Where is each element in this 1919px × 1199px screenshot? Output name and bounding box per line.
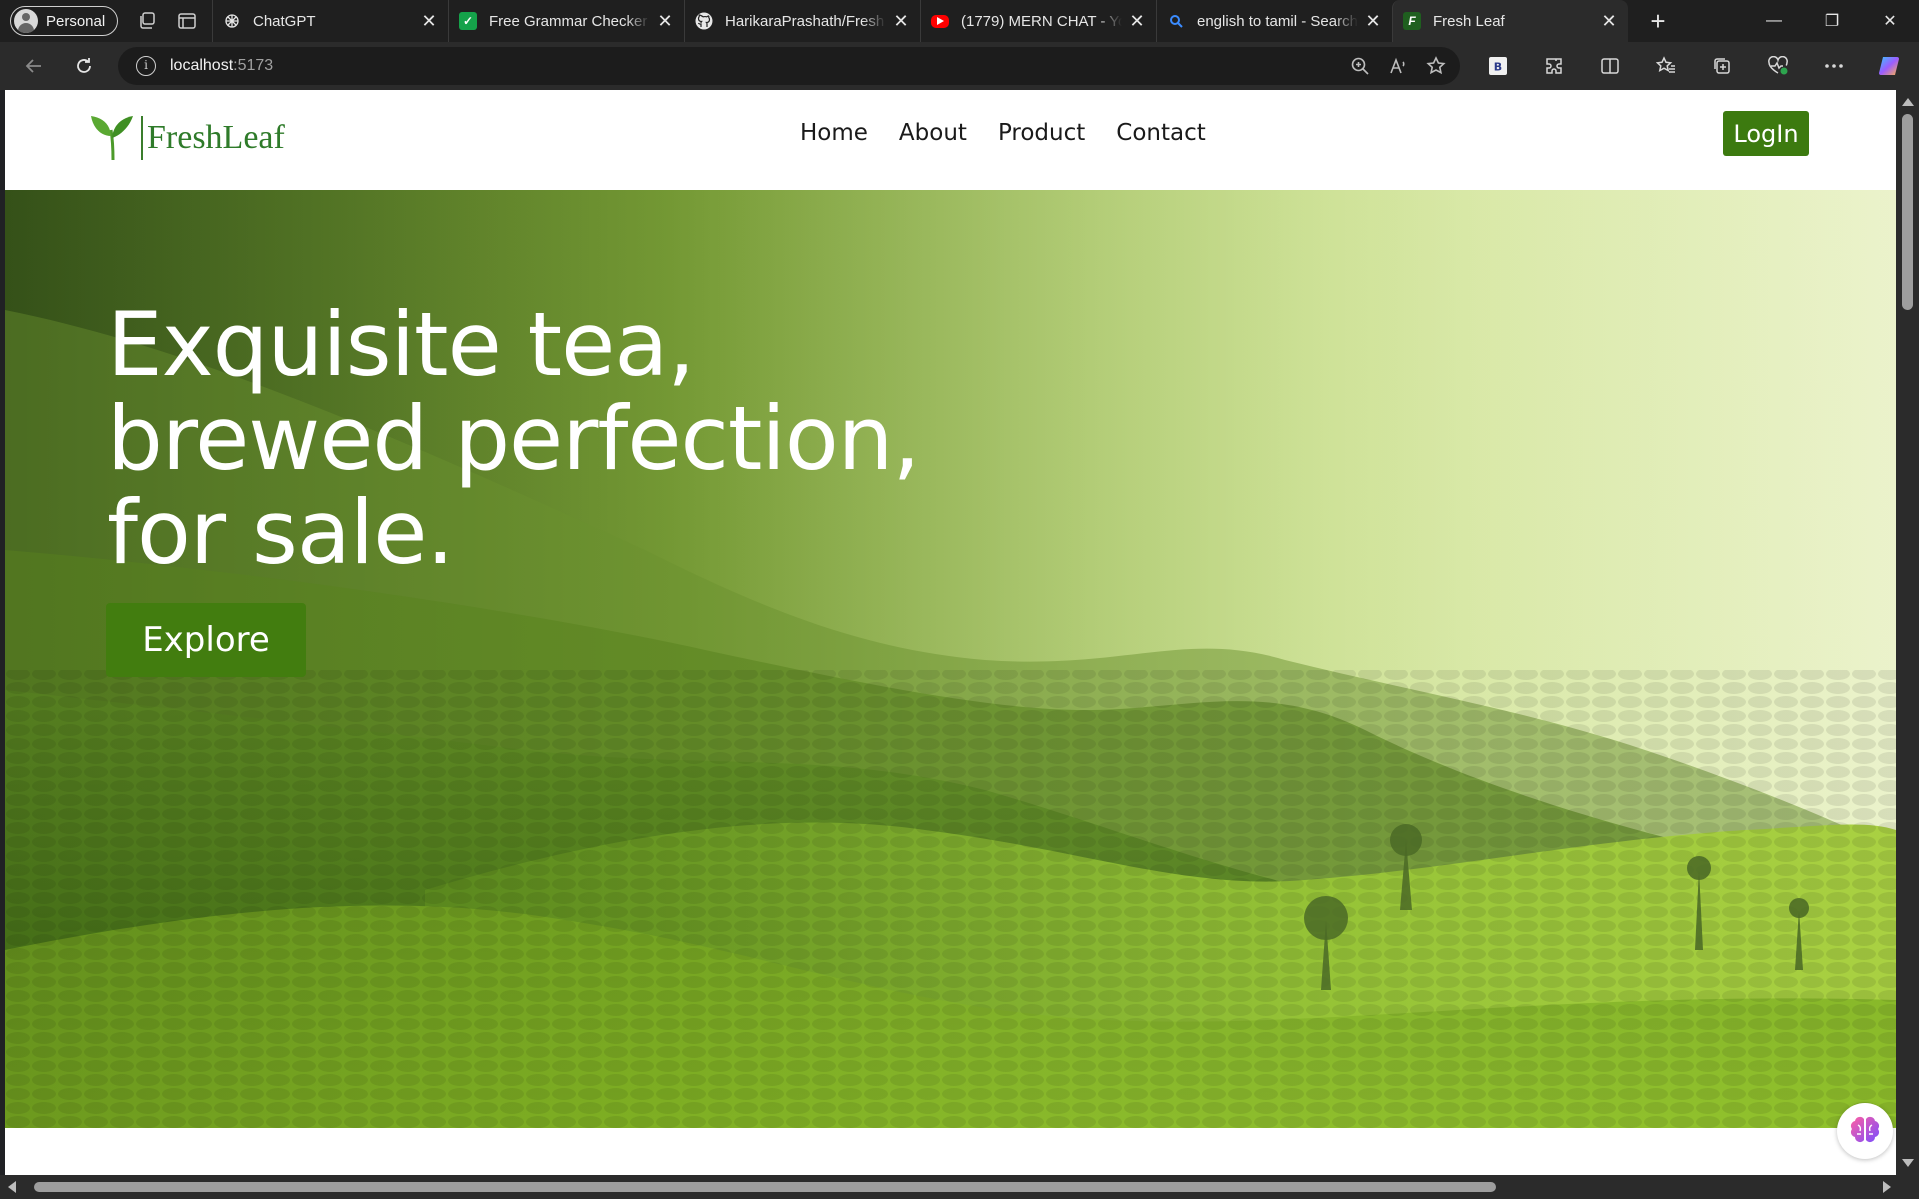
nav-about[interactable]: About: [899, 120, 967, 146]
tab-title: Free Grammar Checker (: [489, 12, 650, 30]
youtube-icon: [931, 14, 949, 28]
copilot-icon[interactable]: [1872, 48, 1908, 84]
tab-youtube[interactable]: (1779) MERN CHAT - Yo ✕: [920, 0, 1156, 42]
headline-line-3: for sale.: [107, 481, 454, 584]
next-section: [5, 1128, 1896, 1175]
profile-label: Personal: [46, 12, 106, 30]
tab-actions-icon[interactable]: [176, 10, 198, 32]
new-tab-button[interactable]: +: [1638, 0, 1678, 42]
omnibox-actions: [1350, 56, 1446, 76]
grammar-icon: ✓: [459, 12, 477, 30]
window-controls: — ❐ ✕: [1745, 0, 1919, 42]
vertical-scroll-thumb[interactable]: [1902, 114, 1913, 310]
close-tab-icon[interactable]: ✕: [1128, 12, 1146, 30]
browser-tab-bar: Personal ChatGPT ✕ ✓ Free Grammar Checke…: [0, 0, 1919, 42]
nav-contact[interactable]: Contact: [1116, 120, 1205, 146]
tab-strip: ChatGPT ✕ ✓ Free Grammar Checker ( ✕ Har…: [212, 0, 1628, 42]
tab-title: Fresh Leaf: [1433, 12, 1505, 30]
search-icon: [1167, 12, 1185, 30]
url-port: :5173: [233, 57, 274, 74]
tab-grammar-checker[interactable]: ✓ Free Grammar Checker ( ✕: [448, 0, 684, 42]
headline-line-2: brewed perfection,: [107, 387, 920, 490]
login-button[interactable]: LogIn: [1723, 111, 1809, 156]
back-button[interactable]: [14, 46, 54, 86]
explore-button[interactable]: Explore: [106, 603, 306, 677]
leaf-logo-icon: [91, 116, 133, 161]
scroll-left-icon[interactable]: [8, 1181, 16, 1193]
horizontal-scroll-thumb[interactable]: [34, 1182, 1496, 1192]
read-aloud-icon[interactable]: [1388, 56, 1408, 76]
favorites-icon[interactable]: [1648, 48, 1684, 84]
address-bar-row: i localhost:5173 B: [0, 42, 1919, 90]
close-tab-icon[interactable]: ✕: [892, 12, 910, 30]
favorite-star-icon[interactable]: [1426, 56, 1446, 76]
avatar: [14, 9, 38, 33]
scroll-up-icon[interactable]: [1902, 98, 1914, 106]
extensions-icon[interactable]: [1536, 48, 1572, 84]
split-screen-icon[interactable]: [1592, 48, 1628, 84]
vertical-scrollbar[interactable]: [1896, 90, 1919, 1175]
workspaces-icon[interactable]: [136, 10, 158, 32]
collections-icon[interactable]: [1704, 48, 1740, 84]
page-viewport: FreshLeaf Home About Product Contact Log…: [5, 90, 1896, 1175]
nav-product[interactable]: Product: [998, 120, 1085, 146]
site-logo[interactable]: FreshLeaf: [91, 114, 285, 162]
brain-assistant-icon[interactable]: [1837, 1103, 1893, 1159]
more-menu-icon[interactable]: [1816, 48, 1852, 84]
nav-home[interactable]: Home: [800, 120, 868, 146]
svg-text:B: B: [1494, 61, 1502, 74]
logo-wordmark: FreshLeaf: [147, 119, 285, 156]
tab-fresh-leaf[interactable]: F Fresh Leaf ✕: [1392, 0, 1628, 42]
tab-title: HarikaraPrashath/Fresh: [725, 12, 885, 30]
freshleaf-icon: F: [1403, 12, 1421, 30]
profile-button[interactable]: Personal: [10, 6, 118, 36]
site-info-icon[interactable]: i: [136, 56, 156, 76]
tab-title: (1779) MERN CHAT - Yo: [961, 12, 1122, 30]
tab-search[interactable]: english to tamil - Search ✕: [1156, 0, 1392, 42]
tab-title: english to tamil - Search: [1197, 12, 1358, 30]
bing-extension-icon[interactable]: B: [1480, 48, 1516, 84]
zoom-icon[interactable]: [1350, 56, 1370, 76]
close-window-icon[interactable]: ✕: [1861, 0, 1919, 42]
horizontal-scrollbar[interactable]: [0, 1175, 1919, 1199]
url-bar[interactable]: i localhost:5173: [118, 47, 1460, 85]
logo-divider: [141, 116, 143, 160]
close-tab-icon[interactable]: ✕: [656, 12, 674, 30]
chatgpt-icon: [223, 12, 241, 30]
url-host: localhost: [170, 57, 234, 74]
scroll-down-icon[interactable]: [1902, 1159, 1914, 1167]
tab-chatgpt[interactable]: ChatGPT ✕: [212, 0, 448, 42]
github-icon: [695, 12, 713, 30]
browser-essentials-icon[interactable]: [1760, 48, 1796, 84]
restore-icon[interactable]: ❐: [1803, 0, 1861, 42]
close-tab-icon[interactable]: ✕: [1364, 12, 1382, 30]
headline-line-1: Exquisite tea,: [107, 293, 695, 396]
hero-section: Exquisite tea, brewed perfection, for sa…: [5, 190, 1896, 1128]
minimize-icon[interactable]: —: [1745, 0, 1803, 42]
close-tab-icon[interactable]: ✕: [420, 12, 438, 30]
site-header: FreshLeaf Home About Product Contact Log…: [5, 90, 1896, 190]
close-tab-icon[interactable]: ✕: [1600, 12, 1618, 30]
tab-title: ChatGPT: [253, 12, 316, 30]
scroll-right-icon[interactable]: [1883, 1181, 1891, 1193]
tab-github[interactable]: HarikaraPrashath/Fresh ✕: [684, 0, 920, 42]
main-nav: Home About Product Contact: [800, 120, 1206, 146]
hero-headline: Exquisite tea, brewed perfection, for sa…: [107, 293, 920, 584]
reload-button[interactable]: [64, 46, 104, 86]
